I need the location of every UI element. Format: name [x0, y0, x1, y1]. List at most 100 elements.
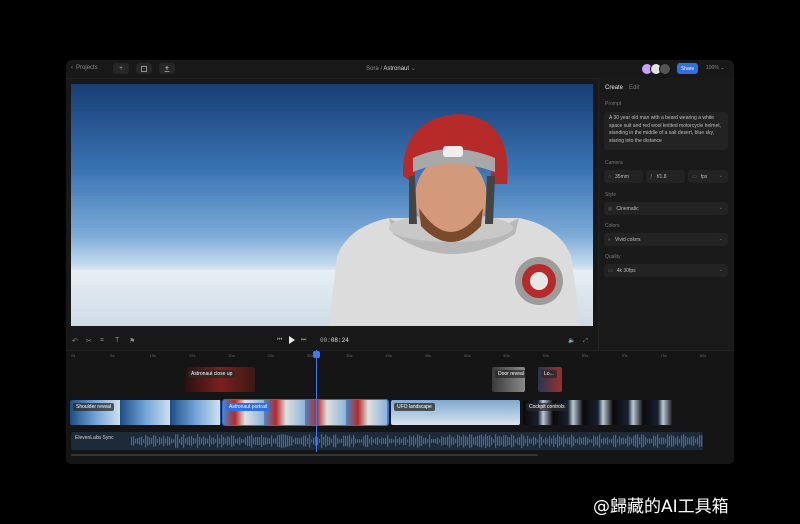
waveform-bar: [433, 439, 435, 443]
waveform-bar: [589, 439, 591, 443]
fullscreen-icon[interactable]: ⤢: [583, 338, 588, 344]
collaborator-avatars[interactable]: [641, 63, 671, 75]
waveform-bar: [453, 437, 455, 445]
undo-icon[interactable]: ↶: [72, 337, 78, 345]
skip-forward-icon[interactable]: ⏭: [301, 337, 306, 344]
tab-create[interactable]: Create: [605, 85, 623, 91]
add-button[interactable]: +: [113, 63, 129, 74]
waveform-bar: [515, 439, 517, 443]
clip-shoulder-reveal[interactable]: Shoulder reveal: [70, 400, 221, 425]
prompt-input[interactable]: A 30 year old man with a beard wearing a…: [604, 112, 728, 150]
waveform-bar: [611, 438, 613, 444]
waveform-bar: [269, 438, 271, 444]
clip-ufo-landscape[interactable]: UFO landscape: [391, 400, 520, 425]
video-preview[interactable]: [71, 84, 593, 326]
waveform-bar: [427, 439, 429, 443]
quality-select[interactable]: ▭ 4k 30fps ⌄: [604, 264, 728, 277]
audio-waveform: [131, 434, 703, 448]
flag-icon[interactable]: ⚑: [129, 337, 135, 345]
waveform-bar: [139, 437, 141, 445]
share-button[interactable]: Share: [677, 63, 698, 74]
waveform-bar: [561, 437, 563, 445]
aperture-select[interactable]: ƒ f/1.8: [646, 170, 685, 183]
waveform-bar: [701, 435, 703, 447]
scissors-icon[interactable]: ✂: [86, 337, 92, 345]
style-select[interactable]: ◎ Cinematic ⌄: [604, 202, 728, 215]
waveform-bar: [257, 436, 259, 446]
waveform-bar: [675, 437, 677, 445]
waveform-bar: [599, 434, 601, 448]
waveform-bar: [443, 437, 445, 445]
waveform-bar: [695, 438, 697, 444]
crop-icon[interactable]: ⌗: [100, 337, 104, 345]
text-tool-icon[interactable]: T: [115, 337, 119, 344]
library-button[interactable]: [136, 63, 152, 74]
timeline-scrollbar[interactable]: [71, 454, 538, 456]
waveform-bar: [345, 435, 347, 447]
waveform-bar: [465, 435, 467, 447]
waveform-bar: [291, 436, 293, 446]
waveform-bar: [375, 437, 377, 445]
clip-door-reveal[interactable]: Door reveal: [492, 367, 525, 392]
upload-button[interactable]: [159, 63, 175, 74]
clip-cockpit-controls[interactable]: Cockpit controls: [523, 400, 673, 425]
waveform-bar: [569, 437, 571, 445]
waveform-bar: [621, 437, 623, 445]
breadcrumb-separator: /: [380, 66, 383, 72]
waveform-bar: [377, 436, 379, 446]
waveform-bar: [141, 436, 143, 446]
play-button[interactable]: [289, 336, 295, 344]
waveform-bar: [255, 437, 257, 445]
project-breadcrumb[interactable]: Sora / Astronaut ⌄: [366, 65, 416, 72]
waveform-bar: [483, 436, 485, 446]
waveform-bar: [519, 436, 521, 446]
waveform-bar: [159, 436, 161, 446]
waveform-bar: [297, 437, 299, 445]
waveform-bar: [383, 438, 385, 444]
zoom-select[interactable]: 100% ⌄: [706, 65, 724, 71]
tab-edit[interactable]: Edit: [629, 85, 639, 91]
colors-select[interactable]: ◐ Vivid colors ⌄: [604, 233, 728, 246]
ruler-tick: 15s: [188, 353, 196, 358]
waveform-bar: [559, 436, 561, 446]
waveform-bar: [591, 439, 593, 443]
waveform-bar: [511, 434, 513, 448]
skip-back-icon[interactable]: ⏮: [277, 337, 282, 344]
back-to-projects[interactable]: ‹ Projects: [71, 65, 98, 71]
waveform-bar: [145, 434, 147, 448]
waveform-bar: [477, 435, 479, 447]
clip-lo[interactable]: Lo...: [538, 367, 562, 392]
clip-label: Door reveal: [495, 370, 525, 378]
ruler-tick: 65s: [581, 353, 589, 358]
playhead-handle[interactable]: [313, 351, 320, 358]
playhead[interactable]: [316, 350, 317, 452]
waveform-bar: [553, 435, 555, 447]
waveform-bar: [517, 437, 519, 445]
waveform-bar: [307, 438, 309, 444]
ruler-tick: 60s: [542, 353, 550, 358]
audio-track[interactable]: ElevenLabs Sync: [71, 432, 703, 450]
volume-icon[interactable]: 🔈: [568, 338, 575, 344]
clip-astronaut-close-up[interactable]: Astronaut close up: [185, 367, 255, 392]
panel-tabs: Create Edit: [605, 85, 639, 91]
waveform-bar: [469, 434, 471, 448]
lens-select[interactable]: ○ 35mm: [604, 170, 643, 183]
waveform-bar: [401, 438, 403, 444]
waveform-bar: [151, 437, 153, 445]
timeline-ruler[interactable]: 0s 5s 10s 15s 20s 25s 30s 35s 40s 45s 50s 55s 60s 65s…: [66, 351, 734, 361]
upload-icon: [164, 65, 170, 72]
clip-astronaut-portrait[interactable]: Astronaut portrait: [222, 399, 389, 426]
ruler-tick: 75s: [660, 353, 667, 358]
waveform-bar: [235, 438, 237, 444]
monitor-icon: ▭: [608, 267, 613, 274]
waveform-bar: [631, 438, 633, 444]
waveform-bar: [431, 439, 433, 443]
waveform-bar: [283, 434, 285, 448]
waveform-bar: [641, 434, 643, 448]
fps-select[interactable]: ▭ fps ⌄: [688, 170, 728, 183]
avatar[interactable]: [659, 63, 671, 75]
waveform-bar: [391, 438, 393, 444]
waveform-bar: [187, 437, 189, 445]
waveform-bar: [379, 439, 381, 443]
waveform-bar: [671, 435, 673, 447]
